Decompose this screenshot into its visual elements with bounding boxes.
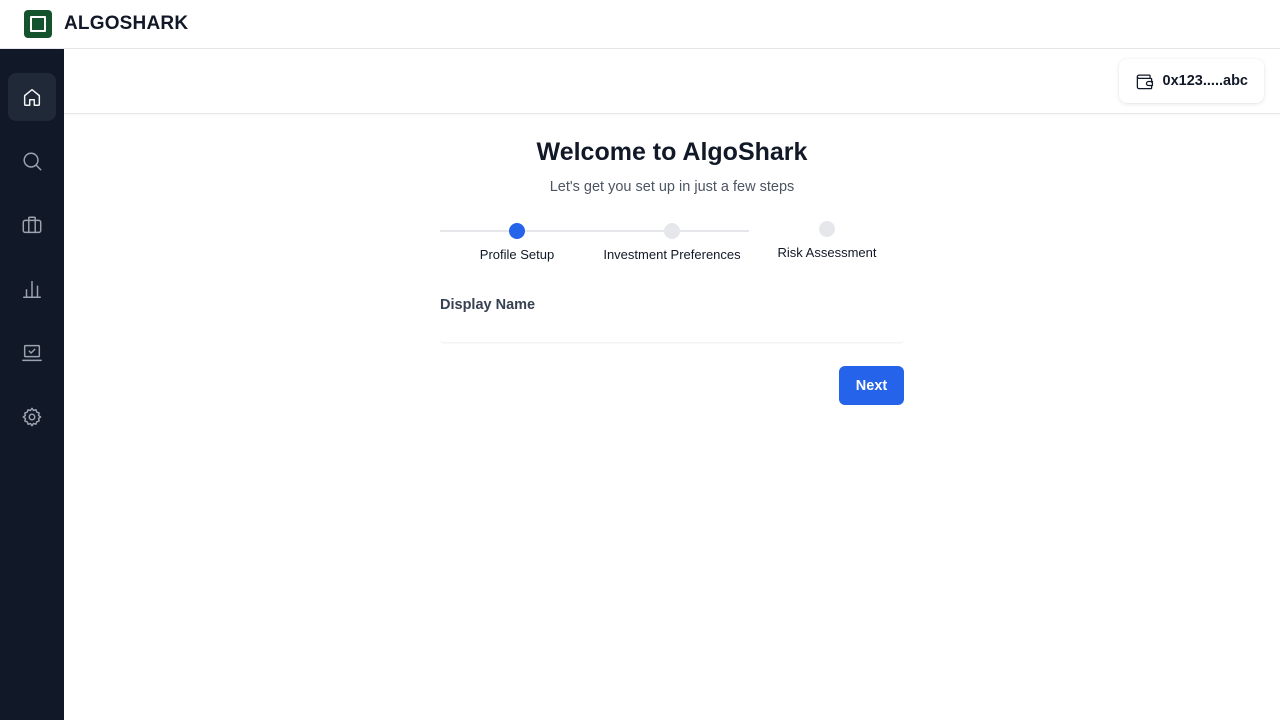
stepper-track [440, 230, 749, 232]
wallet-button[interactable]: 0x123.....abc [1118, 59, 1264, 103]
sidebar-item-search[interactable] [8, 137, 56, 185]
sub-header: 0x123.....abc [64, 49, 1280, 114]
sidebar-item-home[interactable] [8, 73, 56, 121]
page-subtitle: Let's get you set up in just a few steps [549, 179, 795, 195]
sidebar-item-portfolio[interactable] [8, 201, 56, 249]
brand-name: ALGOSHARK [64, 13, 189, 34]
bar-chart-icon [23, 280, 41, 298]
display-name-input[interactable] [440, 318, 904, 343]
sidebar-item-analytics[interactable] [8, 265, 56, 313]
step-label-profile-setup: Profile Setup [479, 247, 555, 262]
step-indicator-profile-setup [509, 223, 525, 239]
search-icon [23, 152, 42, 171]
briefcase-icon [22, 216, 42, 234]
next-button[interactable]: Next [839, 366, 904, 405]
step-indicator-investment-preferences [664, 223, 680, 239]
step-label-risk-assessment: Risk Assessment [777, 245, 877, 260]
app-logo-icon[interactable] [24, 10, 52, 38]
display-name-label: Display Name [440, 297, 536, 313]
home-icon [23, 88, 41, 106]
wallet-address: 0x123.....abc [1162, 73, 1248, 89]
step-label-investment-preferences: Investment Preferences [603, 247, 741, 262]
gear-icon [22, 407, 42, 427]
sidebar-item-settings[interactable] [8, 393, 56, 441]
sidebar [0, 49, 64, 720]
onboarding-stepper: Profile Setup Investment Preferences Ris… [440, 216, 904, 276]
laptop-check-icon [22, 344, 42, 362]
sidebar-item-tasks[interactable] [8, 329, 56, 377]
page-title: Welcome to AlgoShark [536, 138, 808, 166]
step-indicator-risk-assessment [819, 221, 835, 237]
top-bar: ALGOSHARK [0, 0, 1280, 49]
wallet-icon [1136, 74, 1153, 89]
